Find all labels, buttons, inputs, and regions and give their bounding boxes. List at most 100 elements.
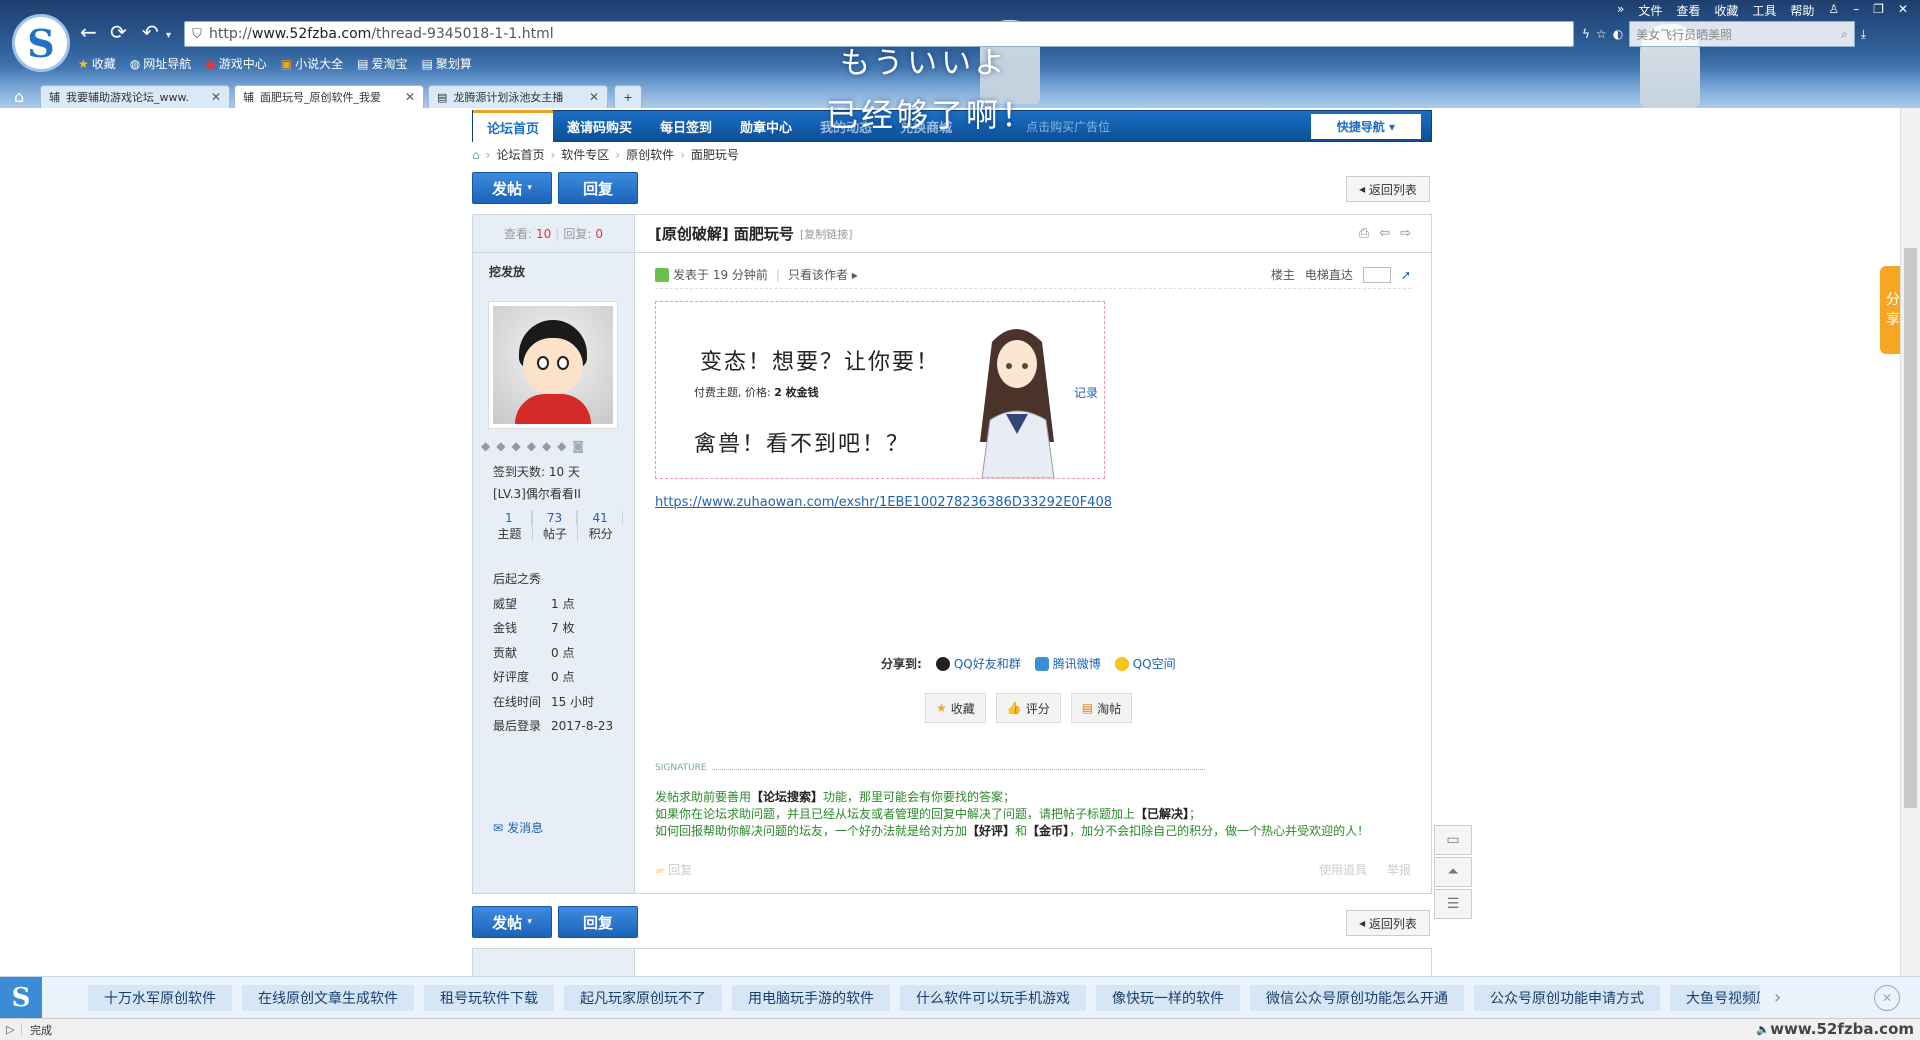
avatar[interactable]: [488, 301, 618, 429]
crumb-original[interactable]: 原创软件: [626, 146, 674, 163]
list-icon[interactable]: ☰: [1434, 889, 1472, 919]
home-icon[interactable]: ⌂: [472, 148, 480, 162]
back-to-top-icon[interactable]: ⏶: [1434, 857, 1472, 887]
nav-medals[interactable]: 勋章中心: [726, 110, 806, 142]
recommend-chip[interactable]: 租号玩软件下载: [424, 984, 554, 1011]
search-engine-icon[interactable]: ◐: [1613, 27, 1623, 41]
chat-bubble-icon[interactable]: ◙: [572, 439, 584, 453]
back-icon[interactable]: ←: [80, 22, 97, 42]
reply-button-bottom[interactable]: 回复: [558, 906, 638, 938]
minimize-icon[interactable]: –: [1853, 2, 1859, 19]
menu-tools[interactable]: 工具: [1752, 2, 1776, 19]
post-button[interactable]: 发帖 ▾: [472, 172, 552, 204]
post-button-bottom[interactable]: 发帖 ▾: [472, 906, 552, 938]
lightning-icon[interactable]: ϟ: [1582, 27, 1590, 41]
restore-icon[interactable]: ❐: [1873, 2, 1884, 19]
stat-posts[interactable]: 73 帖子: [533, 511, 579, 542]
nav-checkin[interactable]: 每日签到: [646, 110, 726, 142]
expand-icon[interactable]: »: [1617, 2, 1624, 19]
elevator-input[interactable]: [1362, 266, 1391, 283]
use-tool-link[interactable]: 使用道具: [1319, 861, 1367, 878]
bookmark-nav[interactable]: ◍ 网址导航: [130, 55, 192, 72]
collect-button[interactable]: ▤ 淘帖: [1070, 693, 1133, 723]
comment-icon[interactable]: ▭: [1434, 825, 1472, 855]
download-icon[interactable]: ⤓: [1861, 27, 1866, 42]
address-bar[interactable]: ⛉ http://www.52fzba.com/thread-9345018-1…: [184, 21, 1574, 47]
menu-view[interactable]: 查看: [1676, 2, 1700, 19]
bookmark-taobao[interactable]: ▤ 爱淘宝: [357, 55, 407, 72]
only-author-link[interactable]: 只看该作者 ▸: [788, 266, 858, 283]
report-link[interactable]: 举报: [1387, 861, 1411, 878]
recommend-chip[interactable]: 公众号原创功能申请方式: [1474, 984, 1660, 1011]
bookmark-juhuasuan[interactable]: ▤ 聚划算: [422, 55, 472, 72]
close-tab-icon[interactable]: ✕: [589, 90, 599, 104]
crumb-home[interactable]: 论坛首页: [496, 146, 544, 163]
recommend-chip[interactable]: 在线原创文章生成软件: [242, 984, 414, 1011]
volume-icon[interactable]: 🔈: [1756, 1023, 1770, 1036]
favorite-button[interactable]: ★ 收藏: [925, 693, 986, 723]
undo-icon[interactable]: ↶: [142, 22, 159, 42]
menu-file[interactable]: 文件: [1638, 2, 1662, 19]
home-icon[interactable]: ⌂: [14, 87, 24, 106]
browser-logo[interactable]: S: [12, 14, 70, 72]
print-icon[interactable]: ⎙: [1359, 226, 1369, 241]
recommend-chip[interactable]: 像快玩一样的软件: [1096, 984, 1240, 1011]
author-name[interactable]: 挖发放: [473, 253, 634, 290]
recommend-chip[interactable]: 微信公众号原创功能怎么开通: [1250, 984, 1464, 1011]
search-input[interactable]: 美女飞行员晒美照 ⌕: [1629, 21, 1855, 47]
rate-button[interactable]: 👍 评分: [995, 693, 1061, 723]
address-url[interactable]: http://www.52fzba.com/thread-9345018-1-1…: [209, 26, 554, 42]
stat-points[interactable]: 41 积分: [578, 511, 624, 542]
recommend-chip[interactable]: 起凡玩家原创玩不了: [564, 984, 722, 1011]
bookmark-novels[interactable]: ▣ 小说大全: [281, 55, 343, 72]
recommend-chip[interactable]: 什么软件可以玩手机游戏: [900, 984, 1086, 1011]
scrollbar-thumb[interactable]: [1904, 248, 1917, 808]
share-qq-friends[interactable]: QQ好友和群: [935, 655, 1021, 672]
recommend-chip[interactable]: 用电脑玩手游的软件: [732, 984, 890, 1011]
nav-invite-code[interactable]: 邀请码购买: [553, 110, 646, 142]
menu-help[interactable]: 帮助: [1790, 2, 1814, 19]
return-list-button-bottom[interactable]: ◂ 返回列表: [1346, 910, 1430, 936]
new-tab-button[interactable]: +: [614, 85, 642, 108]
record-link[interactable]: 记录: [1074, 384, 1098, 401]
return-list-button[interactable]: ◂ 返回列表: [1346, 176, 1430, 202]
quick-nav-button[interactable]: 快捷导航 ▾: [1310, 113, 1421, 139]
user-level[interactable]: [LV.3]偶尔看看II: [493, 483, 581, 505]
dropdown-icon[interactable]: ▾: [166, 26, 171, 46]
send-message-link[interactable]: ✉ 发消息: [493, 819, 543, 836]
share-qzone[interactable]: QQ空间: [1114, 655, 1176, 672]
next-thread-icon[interactable]: ⇨: [1400, 226, 1411, 241]
reply-button[interactable]: 回复: [558, 172, 638, 204]
bookmark-games[interactable]: ◉ 游戏中心: [205, 55, 267, 72]
recommend-chip[interactable]: 十万水军原创软件: [88, 984, 232, 1011]
refresh-icon[interactable]: ⟳: [110, 22, 127, 42]
nav-forum-home[interactable]: 论坛首页: [473, 110, 554, 142]
user-group[interactable]: 后起之秀: [493, 567, 613, 592]
search-icon[interactable]: ⌕: [1841, 27, 1848, 42]
jump-icon[interactable]: ➚: [1401, 268, 1411, 282]
bookmark-favorites[interactable]: ★ 收藏: [78, 55, 116, 72]
reply-link[interactable]: ▰ 回复: [655, 861, 692, 878]
close-tab-icon[interactable]: ✕: [405, 90, 415, 104]
chevron-right-icon[interactable]: ›: [1774, 987, 1781, 1008]
close-tab-icon[interactable]: ✕: [211, 90, 221, 104]
star-icon[interactable]: ☆: [1596, 27, 1607, 41]
content-link[interactable]: https://www.zuhaowan.com/exshr/1EBE10027…: [655, 495, 1112, 510]
close-window-icon[interactable]: ✕: [1898, 2, 1908, 19]
tab-3[interactable]: ▤ 龙腾源计划泳池女主播 ✕: [428, 85, 608, 108]
copy-link[interactable]: [复制链接]: [800, 226, 853, 242]
recommend-chip[interactable]: 大鱼号视频原: [1670, 984, 1760, 1011]
tab-1[interactable]: 辅我要辅助游戏论坛_www. ✕: [40, 85, 230, 108]
vertical-scrollbar[interactable]: [1900, 108, 1920, 984]
sidebar-toggle-icon[interactable]: ▷: [0, 1023, 22, 1036]
stat-threads[interactable]: 1 主题: [487, 511, 533, 542]
crumb-software[interactable]: 软件专区: [561, 146, 609, 163]
share-tencent-weibo[interactable]: 腾讯微博: [1034, 655, 1101, 672]
prev-thread-icon[interactable]: ⇦: [1379, 226, 1390, 241]
skin-icon[interactable]: ♙: [1828, 2, 1839, 19]
tab-2[interactable]: 辅面肥玩号_原创软件_我爱 ✕: [234, 85, 424, 108]
close-icon[interactable]: ✕: [1874, 985, 1900, 1011]
sogou-logo-icon[interactable]: S: [0, 976, 42, 1019]
nav-ad[interactable]: 点击购买广告位: [1026, 118, 1110, 135]
menu-favorites[interactable]: 收藏: [1714, 2, 1738, 19]
